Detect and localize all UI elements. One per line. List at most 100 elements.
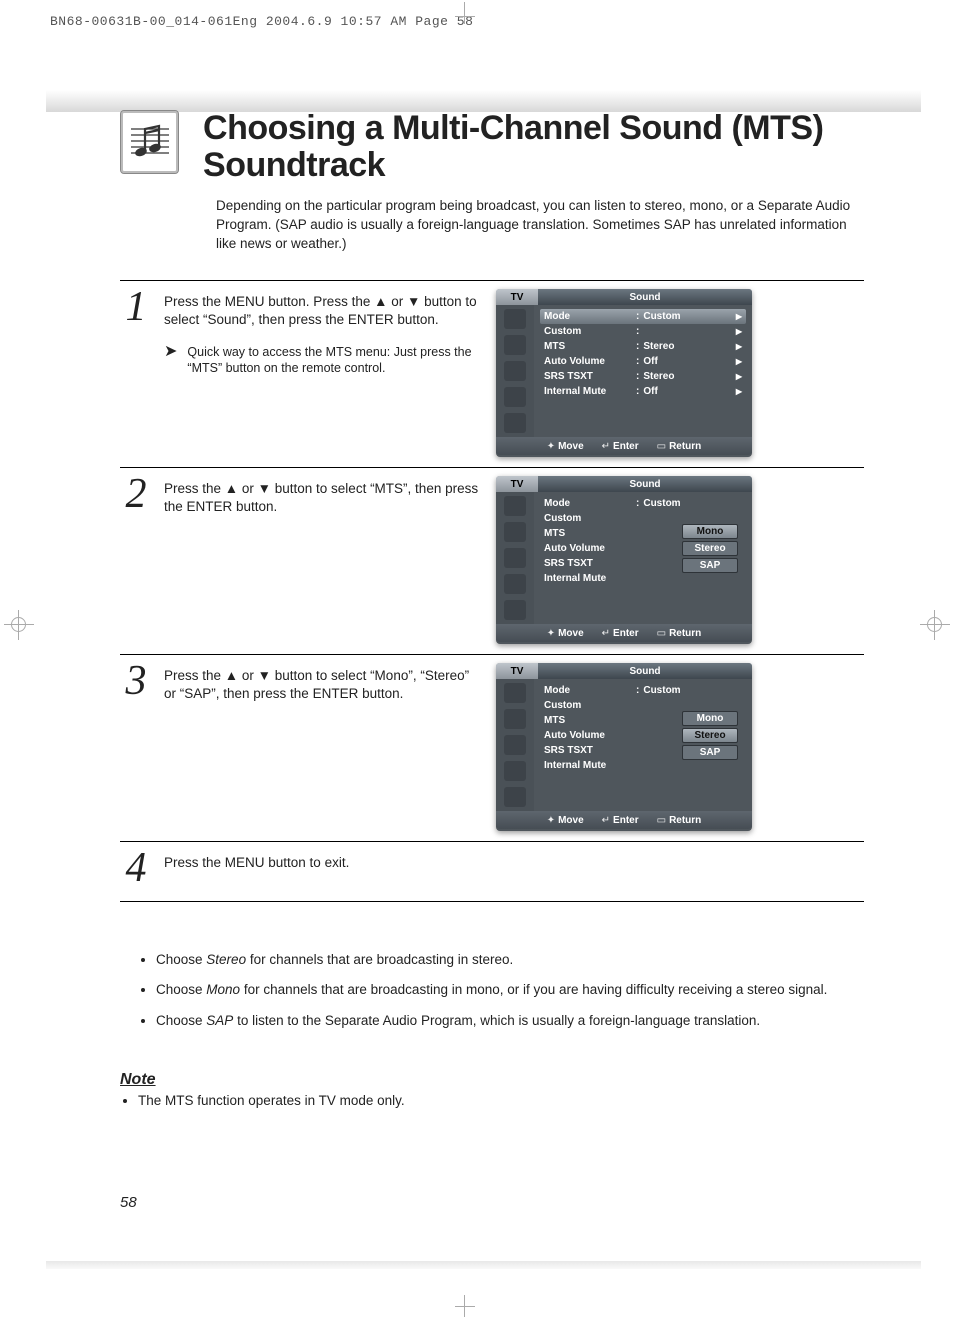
osd-panel: TVSoundMode:CustomCustomMTSAuto VolumeSR… [496, 476, 752, 644]
osd-category-icon [504, 413, 526, 433]
steps-list: 1Press the MENU button. Press the ▲ or ▼… [120, 280, 864, 902]
osd-menu-title: Sound [538, 663, 752, 679]
osd-category-icon [504, 683, 526, 703]
osd-popup-option: Mono [682, 524, 738, 539]
osd-item-label: SRS TSXT [544, 745, 632, 756]
osd-item-label: Mode [544, 498, 632, 509]
osd-item-label: MTS [544, 528, 632, 539]
note-body: The MTS function operates in TV mode onl… [138, 1093, 864, 1108]
chevron-right-icon: ▶ [736, 387, 742, 396]
osd-item-row: Auto Volume:Off▶ [540, 354, 746, 369]
osd-category-icon [504, 361, 526, 381]
tip-arrow-icon: ➤ [164, 344, 177, 378]
osd-category-icon [504, 522, 526, 542]
osd-help-bar: ✦Move↵Enter▭Return [496, 624, 752, 642]
osd-category-icon [504, 496, 526, 516]
osd-category-icon [504, 387, 526, 407]
osd-item-value: Stereo [643, 371, 736, 382]
osd-column: TVSoundMode:CustomCustomMTSAuto VolumeSR… [496, 663, 756, 831]
step-text: Press the MENU button to exit. [164, 850, 484, 891]
osd-popup: MonoStereoSAP [682, 524, 738, 573]
osd-item-label: MTS [544, 715, 632, 726]
osd-item-value: Off [643, 386, 736, 397]
osd-item-row: Internal Mute [540, 571, 746, 586]
osd-category-icon [504, 548, 526, 568]
step-row: 4Press the MENU button to exit. [120, 842, 864, 902]
choice-bullet-item: Choose Stereo for channels that are broa… [156, 950, 864, 970]
note-heading: Note [120, 1071, 864, 1089]
intro-paragraph: Depending on the particular program bein… [216, 197, 864, 254]
osd-item-label: Auto Volume [544, 356, 632, 367]
osd-item-value: Custom [643, 311, 736, 322]
osd-category-icon [504, 761, 526, 781]
osd-item-row: Mode:Custom [540, 683, 746, 698]
osd-help-bar: ✦Move↵Enter▭Return [496, 437, 752, 455]
osd-help-move: ✦Move [547, 628, 584, 639]
osd-source-tab: TV [496, 476, 538, 492]
osd-colon: : [636, 341, 639, 352]
osd-item-list: Mode:CustomCustomMTSAuto VolumeSRS TSXTI… [534, 679, 752, 811]
osd-item-row: Custom:▶ [540, 324, 746, 339]
osd-item-row: Internal Mute [540, 758, 746, 773]
osd-help-return: ▭Return [657, 815, 702, 826]
osd-category-icon [504, 600, 526, 620]
step-number: 1 [120, 289, 152, 457]
crop-header-text: BN68-00631B-00_014-061Eng 2004.6.9 10:57… [50, 14, 473, 29]
osd-item-value: Custom [643, 685, 742, 696]
osd-column [496, 850, 756, 891]
osd-item-label: SRS TSXT [544, 558, 632, 569]
osd-item-label: Auto Volume [544, 730, 632, 741]
osd-item-label: Internal Mute [544, 386, 632, 397]
choice-bullet-item: Choose SAP to listen to the Separate Aud… [156, 1011, 864, 1031]
choice-bullet-item: Choose Mono for channels that are broadc… [156, 980, 864, 1000]
registration-mark-icon [920, 610, 950, 640]
osd-column: TVSoundMode:CustomCustomMTSAuto VolumeSR… [496, 476, 756, 644]
chevron-right-icon: ▶ [736, 372, 742, 381]
osd-item-row: Mode:Custom▶ [540, 309, 746, 324]
step-row: 2Press the ▲ or ▼ button to select “MTS”… [120, 468, 864, 655]
crop-mark-icon [455, 0, 475, 30]
osd-item-label: Internal Mute [544, 760, 632, 771]
osd-popup-option: SAP [682, 745, 738, 760]
osd-colon: : [636, 326, 639, 337]
osd-popup-option: Stereo [682, 728, 738, 743]
osd-category-icons [496, 492, 534, 624]
osd-item-list: Mode:Custom▶Custom:▶MTS:Stereo▶Auto Volu… [534, 305, 752, 437]
osd-item-value: Custom [643, 498, 742, 509]
choice-bullets: Choose Stereo for channels that are broa… [138, 950, 864, 1031]
osd-category-icon [504, 309, 526, 329]
osd-category-icon [504, 735, 526, 755]
osd-panel: TVSoundMode:CustomCustomMTSAuto VolumeSR… [496, 663, 752, 831]
osd-help-enter: ↵Enter [602, 441, 639, 452]
osd-menu-title: Sound [538, 289, 752, 305]
page-number: 58 [120, 1194, 137, 1211]
osd-item-label: Mode [544, 311, 632, 322]
osd-source-tab: TV [496, 289, 538, 305]
chevron-right-icon: ▶ [736, 342, 742, 351]
osd-item-row: SRS TSXT: Stereo▶ [540, 369, 746, 384]
osd-colon: : [636, 371, 639, 382]
osd-popup-option: Mono [682, 711, 738, 726]
osd-colon: : [636, 498, 639, 509]
osd-help-enter: ↵Enter [602, 628, 639, 639]
osd-colon: : [636, 311, 639, 322]
osd-item-label: SRS TSXT [544, 371, 632, 382]
osd-category-icon [504, 787, 526, 807]
osd-item-label: Custom [544, 700, 632, 711]
osd-help-return: ▭Return [657, 441, 702, 452]
crop-mark-icon [455, 1289, 475, 1319]
osd-help-enter: ↵Enter [602, 815, 639, 826]
note-item: The MTS function operates in TV mode onl… [138, 1093, 864, 1108]
osd-item-list: Mode:CustomCustomMTSAuto VolumeSRS TSXTI… [534, 492, 752, 624]
step-text: Press the ▲ or ▼ button to select “Mono”… [164, 663, 484, 831]
osd-item-value: Off [643, 356, 736, 367]
osd-menu-title: Sound [538, 476, 752, 492]
osd-category-icon [504, 574, 526, 594]
osd-item-label: Custom [544, 513, 632, 524]
osd-item-label: Custom [544, 326, 632, 337]
step-number: 2 [120, 476, 152, 644]
osd-colon: : [636, 356, 639, 367]
osd-popup-option: Stereo [682, 541, 738, 556]
osd-help-move: ✦Move [547, 815, 584, 826]
sound-section-icon [120, 110, 179, 174]
